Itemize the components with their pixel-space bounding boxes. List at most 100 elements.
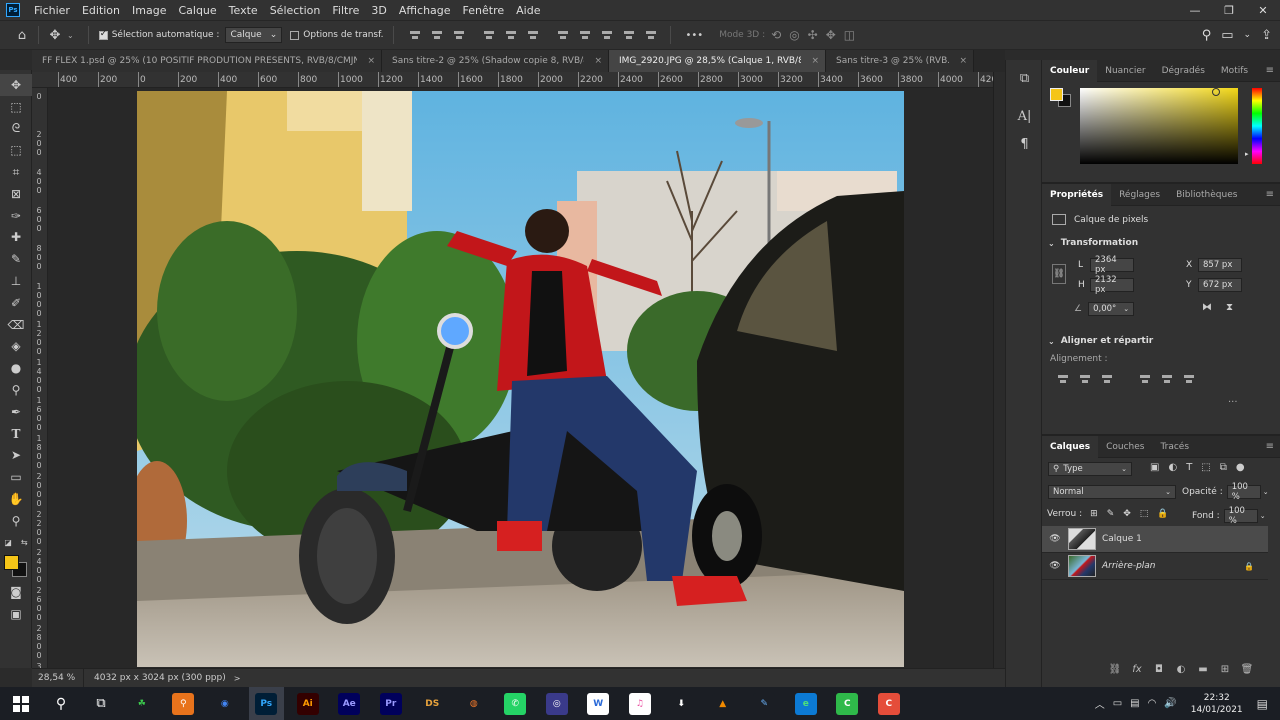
- menu-item[interactable]: Calque: [172, 4, 222, 17]
- color-swatches[interactable]: [0, 554, 31, 582]
- restore-button[interactable]: ❐: [1212, 4, 1246, 17]
- align-bottom-icon[interactable]: [1182, 372, 1196, 386]
- menu-item[interactable]: 3D: [365, 4, 392, 17]
- panel-tab[interactable]: Couleur: [1042, 59, 1098, 82]
- panel-menu-icon[interactable]: ≡: [1266, 189, 1274, 200]
- taskbar-app-button[interactable]: ⬇: [664, 687, 700, 720]
- chevron-down-icon[interactable]: ⌄: [67, 31, 74, 40]
- taskbar-app-button[interactable]: W: [581, 687, 617, 720]
- menu-item[interactable]: Edition: [76, 4, 126, 17]
- taskbar-app-button[interactable]: Ai: [290, 687, 326, 720]
- adjustment-layer-icon[interactable]: ◐: [1170, 664, 1192, 675]
- document-tab[interactable]: IMG_2920.JPG @ 28,5% (Calque 1, RVB/8) *…: [609, 50, 826, 72]
- menu-item[interactable]: Filtre: [326, 4, 365, 17]
- orbit-3d-icon[interactable]: ⟲: [771, 28, 781, 42]
- layer-row[interactable]: 👁 Arrière-plan 🔒: [1042, 553, 1268, 580]
- chevron-down-icon[interactable]: ⌄: [1244, 30, 1252, 40]
- minimize-button[interactable]: —: [1178, 4, 1212, 17]
- workspace-icon[interactable]: ▭: [1221, 28, 1233, 43]
- taskbar-app-button[interactable]: ⚲: [166, 687, 202, 720]
- clone-stamp-tool-icon[interactable]: ⊥: [0, 270, 32, 292]
- align-left-icon[interactable]: [1056, 372, 1070, 386]
- taskbar-app-button[interactable]: ▲: [705, 687, 741, 720]
- filter-smart-object-icon[interactable]: ⧉: [1220, 462, 1227, 473]
- paragraph-panel-icon[interactable]: ¶: [1006, 130, 1043, 158]
- menu-item[interactable]: Fenêtre: [457, 4, 511, 17]
- taskbar-app-button[interactable]: DS: [415, 687, 451, 720]
- distribute-top-icon[interactable]: [556, 28, 570, 42]
- panel-tab[interactable]: Bibliothèques: [1168, 184, 1245, 206]
- color-picker-cursor[interactable]: [1212, 88, 1220, 96]
- menu-item[interactable]: Fichier: [28, 4, 76, 17]
- blend-mode-dropdown[interactable]: Normal ⌄: [1048, 485, 1176, 499]
- panel-menu-icon[interactable]: ≡: [1266, 65, 1274, 76]
- hand-tool-icon[interactable]: ✋: [0, 488, 32, 510]
- align-top-icon[interactable]: [482, 28, 496, 42]
- chevron-down-icon[interactable]: ⌄: [1263, 488, 1269, 496]
- color-picker-field[interactable]: [1080, 88, 1238, 164]
- link-icon[interactable]: ⛓: [1052, 264, 1066, 284]
- taskbar-app-button[interactable]: e: [788, 687, 824, 720]
- panel-tab[interactable]: Couches: [1098, 436, 1152, 458]
- y-input[interactable]: 672 px: [1198, 278, 1242, 292]
- taskbar-app-button[interactable]: ◉: [207, 687, 243, 720]
- document-image[interactable]: [137, 91, 904, 667]
- lasso-tool-icon[interactable]: ᘓ: [0, 118, 32, 140]
- notifications-icon[interactable]: ▤: [1257, 697, 1268, 711]
- menu-item[interactable]: Aide: [510, 4, 546, 17]
- align-center-h-icon[interactable]: [430, 28, 444, 42]
- crop-tool-icon[interactable]: ⌗: [0, 161, 32, 183]
- tray-chevron-up-icon[interactable]: ︿: [1095, 696, 1105, 711]
- taskbar-app-button[interactable]: ☘: [124, 687, 160, 720]
- taskbar-app-button[interactable]: ◎: [539, 687, 575, 720]
- eyedropper-tool-icon[interactable]: ✑: [0, 205, 32, 227]
- quick-mask-icon[interactable]: ◙: [0, 582, 32, 604]
- share-icon[interactable]: ⇪: [1261, 28, 1272, 43]
- eraser-tool-icon[interactable]: ⌫: [0, 314, 32, 336]
- taskbar-app-button[interactable]: ✎: [747, 687, 783, 720]
- path-select-tool-icon[interactable]: ➤: [0, 445, 32, 467]
- close-tab-icon[interactable]: ×: [811, 56, 819, 66]
- taskbar-app-button[interactable]: Ae: [332, 687, 368, 720]
- more-options-button[interactable]: ...: [1228, 394, 1238, 405]
- distribute-bottom-icon[interactable]: [600, 28, 614, 42]
- menu-item[interactable]: Image: [126, 4, 172, 17]
- rectangle-tool-icon[interactable]: ▭: [0, 466, 32, 488]
- hue-slider-handle[interactable]: ▸: [1245, 150, 1249, 158]
- auto-select-dropdown[interactable]: Calque ⌄: [225, 27, 283, 43]
- layer-filter-dropdown[interactable]: ⚲ Type ⌄: [1048, 462, 1132, 476]
- blur-tool-icon[interactable]: ●: [0, 357, 32, 379]
- visibility-eye-icon[interactable]: 👁: [1042, 561, 1068, 571]
- camera-3d-icon[interactable]: ◫: [844, 28, 855, 42]
- foreground-color-swatch[interactable]: [4, 554, 19, 570]
- auto-select-checkbox[interactable]: [98, 29, 108, 40]
- align-right-icon[interactable]: [1100, 372, 1114, 386]
- lock-artboard-icon[interactable]: ⬚: [1140, 509, 1149, 519]
- close-button[interactable]: ✕: [1246, 4, 1280, 17]
- history-panel-icon[interactable]: ⧉: [1006, 64, 1043, 92]
- flip-vertical-icon[interactable]: ⧗: [1226, 302, 1233, 313]
- x-input[interactable]: 857 px: [1198, 258, 1242, 272]
- quick-select-tool-icon[interactable]: ⬚: [0, 139, 32, 161]
- distribute-left-icon[interactable]: [622, 28, 636, 42]
- zoom-level[interactable]: 28,54 %: [32, 669, 84, 687]
- menu-item[interactable]: Affichage: [393, 4, 457, 17]
- hue-slider[interactable]: [1252, 88, 1262, 164]
- zoom-tool-icon[interactable]: ⚲: [0, 510, 32, 532]
- foreground-color-swatch[interactable]: [1050, 88, 1063, 101]
- marquee-tool-icon[interactable]: ⬚: [0, 96, 32, 118]
- document-tab[interactable]: Sans titre-3 @ 25% (RVB... ×: [826, 50, 974, 72]
- lock-all-icon[interactable]: 🔒: [1157, 509, 1168, 519]
- distribute-center-icon[interactable]: [644, 28, 658, 42]
- chevron-down-icon[interactable]: ⌄: [1260, 512, 1266, 520]
- flip-horizontal-icon[interactable]: ⧓: [1202, 302, 1212, 313]
- panel-menu-icon[interactable]: ≡: [1266, 441, 1274, 452]
- paint-bucket-tool-icon[interactable]: ◈: [0, 336, 32, 358]
- panel-tab[interactable]: Dégradés: [1154, 60, 1213, 82]
- storage-icon[interactable]: ▤: [1130, 698, 1139, 709]
- align-middle-icon[interactable]: [1160, 372, 1174, 386]
- panel-tab[interactable]: Propriétés: [1042, 183, 1112, 206]
- distribute-middle-icon[interactable]: [578, 28, 592, 42]
- close-tab-icon[interactable]: ×: [959, 56, 967, 66]
- document-tab[interactable]: Sans titre-2 @ 25% (Shadow copie 8, RVB/…: [382, 50, 609, 72]
